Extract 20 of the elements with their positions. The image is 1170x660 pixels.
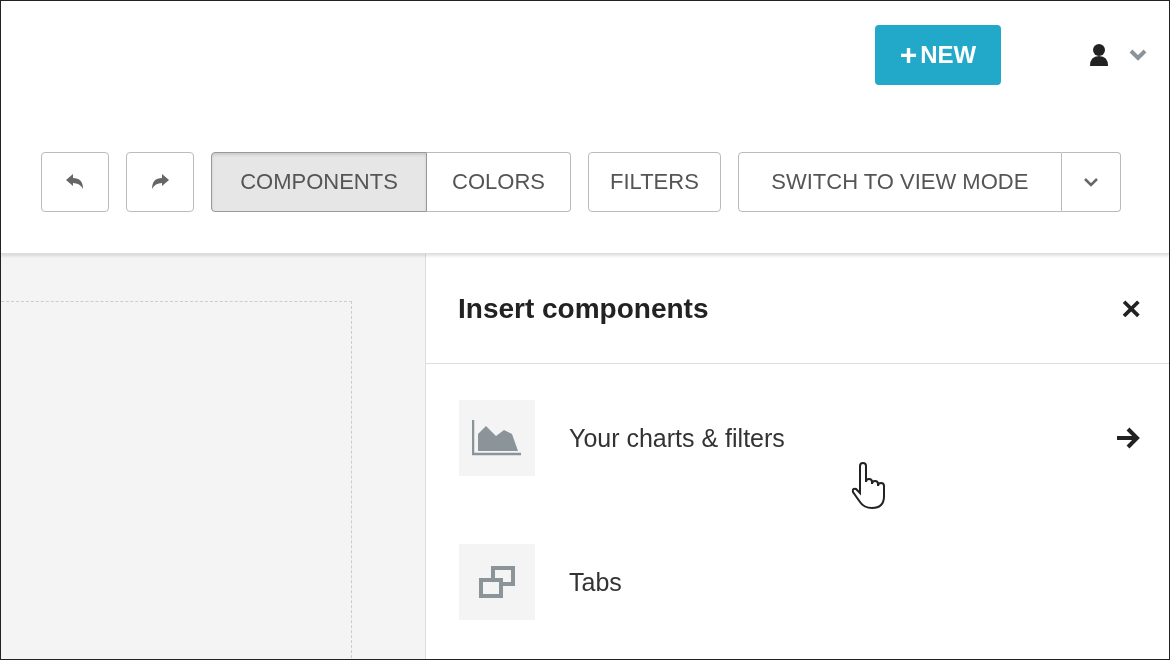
tabs-icon — [459, 544, 535, 620]
component-item-label[interactable]: Tabs — [569, 567, 1141, 597]
redo-button[interactable] — [126, 152, 194, 212]
panel-title: Insert components — [458, 292, 709, 325]
chevron-down-icon[interactable] — [1129, 49, 1147, 61]
filters-button[interactable]: FILTERS — [588, 152, 721, 212]
dropdown-button[interactable] — [1061, 152, 1121, 212]
component-item-label[interactable]: Your charts & filters — [569, 423, 1115, 453]
switch-mode-button[interactable]: SWITCH TO VIEW MODE — [737, 152, 1062, 212]
toolbar-tab[interactable]: COLORS — [427, 152, 571, 212]
undo-icon — [64, 173, 86, 191]
redo-icon — [149, 173, 171, 191]
undo-button[interactable] — [41, 152, 109, 212]
hand-cursor-icon — [850, 462, 888, 510]
toolbar-tab[interactable]: COMPONENTS — [211, 152, 427, 212]
area-chart-icon — [459, 400, 535, 476]
arrow-right-icon[interactable] — [1115, 426, 1141, 450]
chevron-down-icon — [1082, 177, 1099, 187]
close-button[interactable]: × — [1121, 289, 1141, 328]
user-icon[interactable] — [1089, 43, 1109, 67]
